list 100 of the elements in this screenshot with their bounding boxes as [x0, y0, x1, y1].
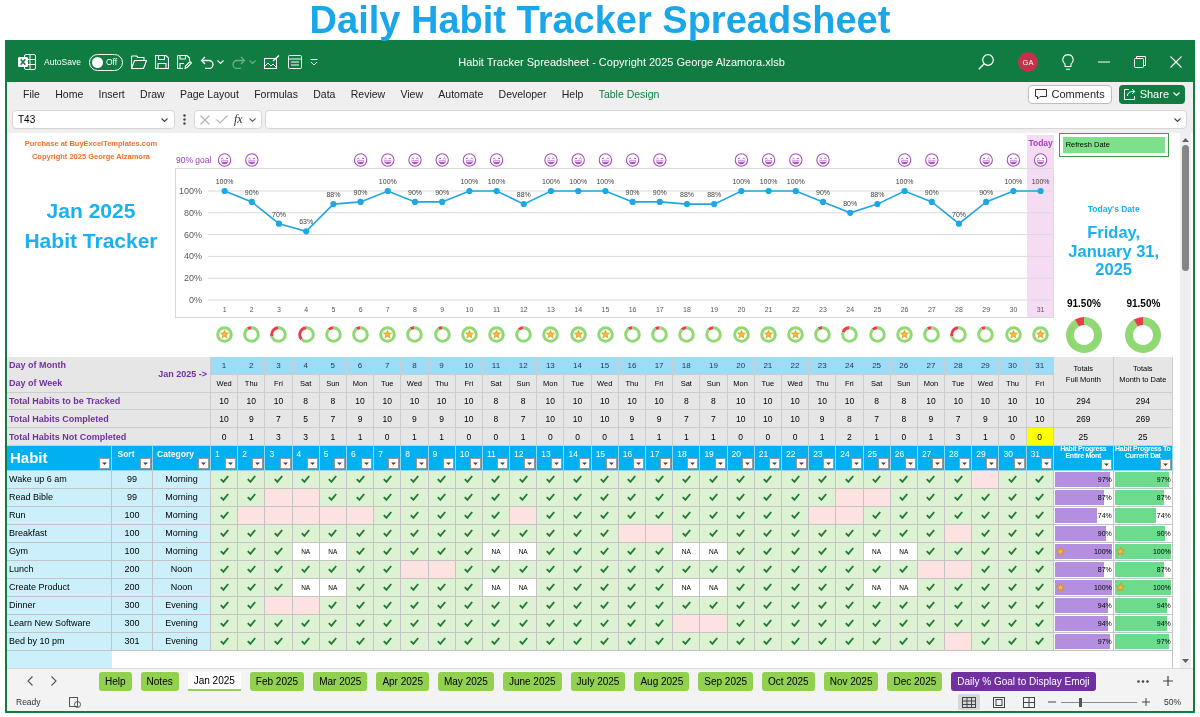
more-options-icon[interactable]: [183, 114, 186, 125]
filter-dropdown-icon[interactable]: [361, 458, 373, 469]
ribbon-tab[interactable]: Page Layout: [179, 88, 239, 100]
ellipsis-icon[interactable]: [1137, 679, 1149, 683]
picture-icon[interactable]: [263, 55, 280, 69]
filter-dropdown-icon[interactable]: [605, 458, 617, 469]
sheet-tab[interactable]: June 2025: [502, 671, 562, 691]
chevron-right-icon[interactable]: [51, 676, 57, 686]
sheet-tab[interactable]: Apr 2025: [376, 671, 429, 691]
expand-icon[interactable]: [1174, 117, 1181, 122]
filter-dropdown-icon[interactable]: [99, 458, 110, 469]
column-header-label: 8: [404, 448, 412, 461]
filter-dropdown-icon[interactable]: [252, 458, 264, 469]
filter-dropdown-icon[interactable]: [469, 458, 481, 469]
customize-icon[interactable]: [309, 58, 318, 66]
filter-dropdown-icon[interactable]: [768, 458, 780, 469]
view-button[interactable]: [958, 694, 980, 710]
filter-dropdown-icon[interactable]: [415, 458, 427, 469]
folder-icon[interactable]: [130, 55, 147, 69]
save-edit-icon[interactable]: [176, 55, 192, 69]
ribbon-tab[interactable]: View: [400, 88, 424, 100]
close-icon[interactable]: [1170, 56, 1182, 68]
ribbon-tab[interactable]: Help: [561, 88, 584, 100]
ribbon-tab[interactable]: Formulas: [254, 88, 298, 100]
filter-dropdown-icon[interactable]: [333, 458, 345, 469]
filter-dropdown-icon[interactable]: [959, 458, 971, 469]
filter-dropdown-icon[interactable]: [823, 458, 835, 469]
restore-icon[interactable]: [1134, 56, 1146, 68]
filter-dropdown-icon[interactable]: [225, 458, 237, 469]
sheet-tab[interactable]: Feb 2025: [249, 671, 305, 691]
undo-icon[interactable]: [199, 55, 214, 69]
filter-dropdown-icon[interactable]: [388, 458, 400, 469]
filter-dropdown-icon[interactable]: [524, 458, 536, 469]
filter-dropdown-icon[interactable]: [714, 458, 726, 469]
filter-dropdown-icon[interactable]: [198, 458, 209, 469]
save-icon[interactable]: [154, 55, 169, 69]
filter-dropdown-icon[interactable]: [1013, 458, 1025, 469]
filter-dropdown-icon[interactable]: [904, 458, 916, 469]
ribbon-tab[interactable]: Data: [313, 88, 336, 100]
star-icon: [220, 329, 229, 339]
ribbon-tab[interactable]: Review: [350, 88, 386, 100]
sheet-tab[interactable]: Jan 2025: [187, 671, 241, 691]
filter-dropdown-icon[interactable]: [140, 458, 151, 469]
filter-dropdown-icon[interactable]: [578, 458, 590, 469]
filter-dropdown-icon[interactable]: [687, 458, 699, 469]
filter-dropdown-icon[interactable]: [633, 458, 644, 469]
filter-dropdown-icon[interactable]: [497, 458, 509, 469]
vertical-scrollbar[interactable]: [1180, 133, 1191, 668]
ribbon-tab[interactable]: Automate: [438, 88, 484, 100]
zoom-slider-thumb[interactable]: [1079, 697, 1083, 707]
filter-dropdown-icon[interactable]: [796, 458, 808, 469]
sheet-tab[interactable]: Notes: [140, 671, 179, 691]
filter-dropdown-icon[interactable]: [306, 458, 318, 469]
filter-dropdown-icon[interactable]: [932, 458, 944, 469]
filter-dropdown-icon[interactable]: [1159, 459, 1171, 471]
sheet-tab[interactable]: May 2025: [437, 671, 494, 691]
filter-dropdown-icon[interactable]: [279, 458, 291, 469]
ribbon-tab[interactable]: Home: [55, 88, 84, 100]
filter-dropdown-icon[interactable]: [660, 458, 672, 469]
ribbon-tab[interactable]: Table Design: [598, 88, 660, 100]
sheet-tab[interactable]: Daily % Goal to Display Emoji: [951, 671, 1096, 691]
plus-icon[interactable]: [1163, 676, 1173, 686]
sheet-tab[interactable]: July 2025: [570, 671, 626, 691]
formula-input[interactable]: [264, 110, 1187, 129]
filter-dropdown-icon[interactable]: [877, 458, 889, 469]
sheet-tab[interactable]: Dec 2025: [887, 671, 943, 691]
ribbon-tab[interactable]: File: [23, 88, 40, 100]
share-icon: [1123, 88, 1136, 100]
sheet-tab[interactable]: Mar 2025: [313, 671, 368, 691]
filter-dropdown-icon[interactable]: [1040, 458, 1052, 469]
filter-dropdown-icon[interactable]: [986, 458, 998, 469]
record-icon[interactable]: [68, 696, 81, 708]
scroll-down-icon[interactable]: [1182, 659, 1189, 663]
filter-dropdown-icon[interactable]: [442, 458, 454, 469]
scroll-up-icon[interactable]: [1182, 138, 1189, 142]
sheet-tab[interactable]: Help: [99, 671, 132, 691]
lightbulb-icon[interactable]: [1062, 54, 1074, 70]
ribbon-tab[interactable]: Insert: [98, 88, 125, 100]
filter-dropdown-icon[interactable]: [1100, 459, 1112, 471]
count-cell: 0: [482, 428, 511, 446]
comments-button[interactable]: Comments: [1028, 84, 1112, 104]
ribbon-tab[interactable]: Developer: [498, 88, 547, 100]
form-icon[interactable]: [287, 55, 302, 69]
share-button[interactable]: Share: [1118, 84, 1185, 104]
plus-icon[interactable]: [1142, 698, 1150, 706]
sheet-tab[interactable]: Sep 2025: [698, 671, 754, 691]
count-cell: 10: [211, 410, 239, 429]
chevron-down-icon[interactable]: [248, 117, 256, 122]
filter-dropdown-icon[interactable]: [741, 458, 753, 469]
scrollbar-thumb[interactable]: [1182, 145, 1189, 271]
name-box[interactable]: T43: [12, 110, 175, 129]
filter-dropdown-icon[interactable]: [850, 458, 862, 469]
ribbon-tab[interactable]: Draw: [140, 88, 165, 100]
chevron-left-icon[interactable]: [27, 676, 33, 686]
sheet-tab[interactable]: Nov 2025: [823, 671, 879, 691]
insert-function-button[interactable]: fx: [234, 112, 243, 127]
filter-dropdown-icon[interactable]: [551, 458, 563, 469]
sheet-tab[interactable]: Oct 2025: [762, 671, 815, 691]
search-icon[interactable]: [978, 54, 994, 70]
sheet-tab[interactable]: Aug 2025: [634, 671, 690, 691]
